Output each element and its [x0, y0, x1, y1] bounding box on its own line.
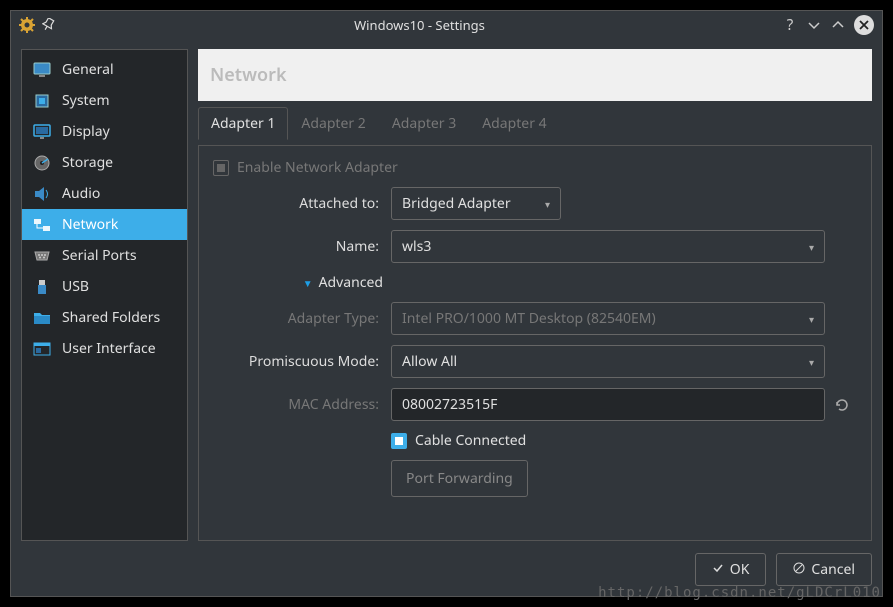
- mac-value: 08002723515F: [402, 395, 497, 414]
- network-icon: [32, 216, 52, 234]
- port-forwarding-button: Port Forwarding: [391, 460, 528, 497]
- promiscuous-value: Allow All: [402, 352, 457, 371]
- name-value: wls3: [402, 237, 431, 256]
- triangle-down-icon: ▼: [303, 276, 313, 290]
- category-sidebar: General System Display Storage Audio: [21, 49, 188, 541]
- display-icon: [32, 123, 52, 141]
- enable-adapter-label: Enable Network Adapter: [237, 158, 398, 177]
- mac-label: MAC Address:: [213, 395, 383, 414]
- adapter-tabs: Adapter 1 Adapter 2 Adapter 3 Adapter 4: [198, 107, 872, 139]
- cable-connected-row: Cable Connected: [391, 431, 825, 450]
- ok-label: OK: [730, 560, 750, 579]
- check-icon: [712, 560, 724, 579]
- help-icon[interactable]: ?: [782, 17, 798, 33]
- chevron-down-icon: ▾: [545, 197, 550, 211]
- cancel-icon: [793, 560, 805, 579]
- speaker-icon: [32, 185, 52, 203]
- sidebar-item-general[interactable]: General: [22, 54, 187, 85]
- sidebar-item-user-interface[interactable]: User Interface: [22, 333, 187, 364]
- tab-adapter-4[interactable]: Adapter 4: [469, 107, 559, 140]
- sidebar-item-label: Storage: [62, 153, 113, 172]
- enable-adapter-row: Enable Network Adapter: [213, 158, 857, 177]
- attached-to-select[interactable]: Bridged Adapter ▾: [391, 187, 561, 220]
- sidebar-item-audio[interactable]: Audio: [22, 178, 187, 209]
- tab-adapter-1[interactable]: Adapter 1: [198, 107, 288, 140]
- name-select[interactable]: wls3 ▾: [391, 230, 825, 263]
- maximize-icon[interactable]: [830, 17, 846, 33]
- enable-adapter-checkbox[interactable]: [213, 160, 229, 176]
- dialog-footer: OK Cancel: [21, 547, 872, 586]
- sidebar-item-storage[interactable]: Storage: [22, 147, 187, 178]
- adapter-panel: Enable Network Adapter Attached to: Brid…: [198, 145, 872, 541]
- promiscuous-select[interactable]: Allow All ▾: [391, 345, 825, 378]
- chevron-down-icon: ▾: [809, 355, 814, 369]
- disk-icon: [32, 154, 52, 172]
- chevron-down-icon: ▾: [809, 312, 814, 326]
- advanced-label: Advanced: [319, 273, 383, 292]
- page-title: Network: [198, 49, 872, 101]
- sidebar-item-shared-folders[interactable]: Shared Folders: [22, 302, 187, 333]
- refresh-mac-button[interactable]: [833, 396, 851, 414]
- sidebar-item-label: Network: [62, 215, 118, 234]
- chevron-down-icon: ▾: [809, 240, 814, 254]
- sidebar-item-label: USB: [62, 277, 89, 296]
- serial-icon: [32, 247, 52, 265]
- sidebar-item-usb[interactable]: USB: [22, 271, 187, 302]
- ok-button[interactable]: OK: [695, 553, 767, 586]
- promiscuous-label: Promiscuous Mode:: [213, 352, 383, 371]
- adapter-type-value: Intel PRO/1000 MT Desktop (82540EM): [402, 309, 656, 328]
- attached-to-value: Bridged Adapter: [402, 194, 511, 213]
- content-area: Network Adapter 1 Adapter 2 Adapter 3 Ad…: [198, 49, 872, 541]
- sidebar-item-label: User Interface: [62, 339, 156, 358]
- usb-icon: [32, 278, 52, 296]
- cancel-button[interactable]: Cancel: [776, 553, 872, 586]
- chip-icon: [32, 92, 52, 110]
- sidebar-item-display[interactable]: Display: [22, 116, 187, 147]
- adapter-type-select: Intel PRO/1000 MT Desktop (82540EM) ▾: [391, 302, 825, 335]
- close-button[interactable]: [854, 15, 874, 35]
- titlebar: Windows10 - Settings ?: [11, 11, 882, 39]
- attached-to-label: Attached to:: [213, 194, 383, 213]
- sidebar-item-label: Serial Ports: [62, 246, 137, 265]
- sidebar-item-label: Audio: [62, 184, 100, 203]
- cancel-label: Cancel: [811, 560, 855, 579]
- sidebar-item-network[interactable]: Network: [22, 209, 187, 240]
- adapter-type-label: Adapter Type:: [213, 309, 383, 328]
- ui-icon: [32, 340, 52, 358]
- tab-adapter-2[interactable]: Adapter 2: [288, 107, 378, 140]
- pin-icon[interactable]: [41, 17, 57, 33]
- monitor-icon: [32, 61, 52, 79]
- tab-adapter-3[interactable]: Adapter 3: [379, 107, 469, 140]
- mac-input[interactable]: 08002723515F: [391, 388, 825, 421]
- minimize-icon[interactable]: [806, 17, 822, 33]
- sidebar-item-system[interactable]: System: [22, 85, 187, 116]
- name-label: Name:: [213, 237, 383, 256]
- sidebar-item-label: General: [62, 60, 114, 79]
- window-title: Windows10 - Settings: [57, 16, 782, 34]
- advanced-toggle[interactable]: ▼ Advanced: [213, 273, 383, 292]
- sidebar-item-label: System: [62, 91, 110, 110]
- sidebar-item-serial-ports[interactable]: Serial Ports: [22, 240, 187, 271]
- cable-connected-label: Cable Connected: [415, 431, 526, 450]
- folder-icon: [32, 309, 52, 327]
- settings-window: Windows10 - Settings ? General: [10, 10, 883, 597]
- sidebar-item-label: Display: [62, 122, 110, 141]
- app-icon: [19, 17, 35, 33]
- sidebar-item-label: Shared Folders: [62, 308, 160, 327]
- cable-connected-checkbox[interactable]: [391, 433, 407, 449]
